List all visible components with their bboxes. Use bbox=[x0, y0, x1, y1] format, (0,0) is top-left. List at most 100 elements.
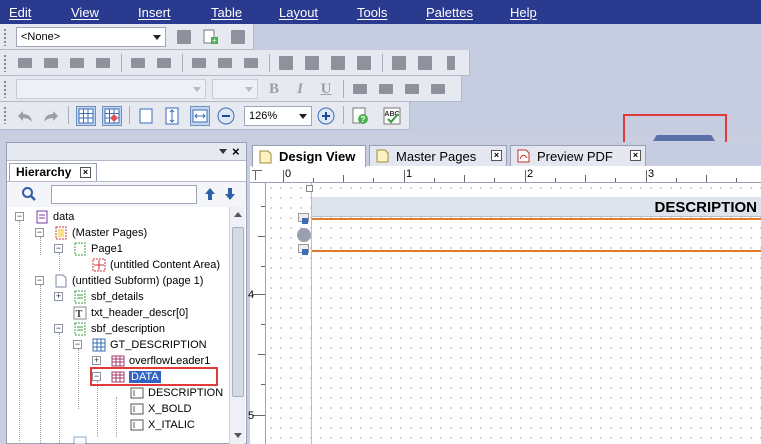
palette-grip[interactable] bbox=[653, 135, 715, 141]
align-center-vertical-icon[interactable] bbox=[128, 53, 148, 73]
arrow-up-icon[interactable] bbox=[203, 186, 217, 205]
tab-hierarchy[interactable]: Hierarchy × bbox=[9, 163, 97, 181]
close-icon[interactable]: × bbox=[630, 150, 641, 161]
collapse-icon[interactable]: − bbox=[15, 212, 24, 221]
group-icon[interactable] bbox=[276, 53, 296, 73]
chevron-down-icon[interactable] bbox=[219, 149, 227, 154]
selection-handle[interactable] bbox=[302, 249, 308, 255]
menu-palettes[interactable]: Palettes bbox=[426, 5, 473, 20]
expand-icon[interactable]: + bbox=[54, 292, 63, 301]
toolbar-grip[interactable] bbox=[3, 80, 8, 98]
help-icon[interactable]: ? bbox=[350, 106, 370, 126]
tree-node-untitled-subform[interactable]: − (untitled Subform) (page 1) bbox=[35, 273, 203, 289]
add-style-icon[interactable]: + bbox=[201, 27, 221, 47]
align-top-icon[interactable] bbox=[67, 53, 87, 73]
toolbar-grip[interactable] bbox=[3, 28, 8, 46]
undo-icon[interactable] bbox=[15, 106, 35, 126]
fit-width-icon[interactable] bbox=[190, 106, 210, 126]
page-icon[interactable] bbox=[136, 106, 156, 126]
expand-icon[interactable]: + bbox=[92, 356, 101, 365]
tree-scrollbar[interactable] bbox=[229, 207, 245, 444]
arrow-down-icon[interactable] bbox=[223, 186, 237, 205]
italic-button[interactable]: I bbox=[290, 79, 310, 99]
tree-node-page1[interactable]: − Page1 bbox=[54, 241, 123, 257]
zoom-out-icon[interactable] bbox=[216, 106, 236, 126]
menu-edit[interactable]: Edit bbox=[9, 5, 31, 20]
design-canvas[interactable]: DESCRIPTION bbox=[266, 183, 761, 444]
distribute-down-icon[interactable] bbox=[215, 53, 235, 73]
collapse-icon[interactable]: − bbox=[35, 228, 44, 237]
distribute-across-icon[interactable] bbox=[189, 53, 209, 73]
tree-node-gt-description[interactable]: − GT_DESCRIPTION bbox=[73, 337, 207, 353]
bracket-icon[interactable] bbox=[441, 53, 461, 73]
collapse-icon[interactable]: − bbox=[54, 244, 63, 253]
tree-node-data[interactable]: − data bbox=[15, 209, 74, 225]
merge-icon[interactable] bbox=[389, 53, 409, 73]
tree-node-sbf-details[interactable]: + sbf_details bbox=[54, 289, 144, 305]
hierarchy-search-input[interactable] bbox=[51, 185, 197, 204]
tree-node-partial[interactable] bbox=[73, 435, 91, 444]
tree-node-sbf-description[interactable]: − sbf_description bbox=[54, 321, 165, 337]
new-style-icon[interactable] bbox=[174, 27, 194, 47]
close-icon[interactable]: × bbox=[232, 144, 240, 159]
split-icon[interactable] bbox=[415, 53, 435, 73]
tab-master-pages[interactable]: Master Pages × bbox=[369, 145, 507, 166]
align-right-icon[interactable] bbox=[41, 53, 61, 73]
menu-help[interactable]: Help bbox=[510, 5, 537, 20]
menu-tools[interactable]: Tools bbox=[357, 5, 387, 20]
font-select[interactable] bbox=[16, 79, 206, 99]
center-in-page-icon[interactable] bbox=[241, 53, 261, 73]
tree-node-master-pages[interactable]: − (Master Pages) bbox=[35, 225, 147, 241]
search-icon[interactable] bbox=[21, 186, 37, 205]
send-backward-icon[interactable] bbox=[354, 53, 374, 73]
ruler-label: 3 bbox=[648, 168, 655, 180]
align-bottom-icon[interactable] bbox=[93, 53, 113, 73]
snap-to-grid-icon[interactable] bbox=[102, 106, 122, 126]
row-handle[interactable] bbox=[306, 185, 313, 192]
underline-button[interactable]: U bbox=[316, 79, 336, 99]
menu-table[interactable]: Table bbox=[211, 5, 242, 20]
table-icon bbox=[73, 436, 87, 444]
toolbar-grip[interactable] bbox=[3, 106, 8, 124]
selection-handle[interactable] bbox=[302, 218, 308, 224]
font-size-select[interactable] bbox=[212, 79, 258, 99]
scroll-up-icon[interactable] bbox=[234, 212, 242, 217]
zoom-select[interactable]: 126% bbox=[244, 106, 312, 126]
menu-layout[interactable]: Layout bbox=[279, 5, 318, 20]
tree-node-x-bold[interactable]: X_BOLD bbox=[130, 401, 191, 417]
close-icon[interactable]: × bbox=[80, 167, 91, 178]
tree-node-txt-header-descr[interactable]: T txt_header_descr[0] bbox=[73, 305, 188, 321]
header-row[interactable]: DESCRIPTION bbox=[312, 197, 761, 217]
style-settings-icon[interactable] bbox=[228, 27, 248, 47]
close-icon[interactable]: × bbox=[491, 150, 502, 161]
redo-icon[interactable] bbox=[41, 106, 61, 126]
bold-button[interactable]: B bbox=[264, 79, 284, 99]
menu-insert[interactable]: Insert bbox=[138, 5, 171, 20]
row-type-icon[interactable] bbox=[297, 228, 311, 242]
align-left-icon[interactable] bbox=[15, 53, 35, 73]
tree-node-content-area[interactable]: (untitled Content Area) bbox=[92, 257, 220, 273]
fit-height-icon[interactable] bbox=[162, 106, 182, 126]
toolbar-grip[interactable] bbox=[3, 54, 8, 72]
collapse-icon[interactable]: − bbox=[73, 340, 82, 349]
text-align-right-icon[interactable] bbox=[402, 79, 422, 99]
tab-design-view[interactable]: Design View bbox=[252, 145, 366, 167]
text-justify-icon[interactable] bbox=[428, 79, 448, 99]
tree-node-description[interactable]: DESCRIPTION bbox=[130, 385, 223, 401]
spell-check-icon[interactable]: ABC bbox=[382, 106, 402, 126]
text-align-center-icon[interactable] bbox=[376, 79, 396, 99]
scrollbar-thumb[interactable] bbox=[232, 227, 244, 397]
grid-toggle-icon[interactable] bbox=[76, 106, 96, 126]
tree-node-x-italic[interactable]: X_ITALIC bbox=[130, 417, 195, 433]
scroll-down-icon[interactable] bbox=[234, 433, 242, 438]
menu-view[interactable]: View bbox=[71, 5, 99, 20]
tab-preview-pdf[interactable]: Preview PDF × bbox=[510, 145, 646, 166]
style-select[interactable]: <None> bbox=[16, 27, 166, 47]
text-align-left-icon[interactable] bbox=[350, 79, 370, 99]
collapse-icon[interactable]: − bbox=[54, 324, 63, 333]
align-center-horizontal-icon[interactable] bbox=[154, 53, 174, 73]
zoom-in-icon[interactable] bbox=[316, 106, 336, 126]
collapse-icon[interactable]: − bbox=[35, 276, 44, 285]
bring-forward-icon[interactable] bbox=[328, 53, 348, 73]
ungroup-icon[interactable] bbox=[302, 53, 322, 73]
